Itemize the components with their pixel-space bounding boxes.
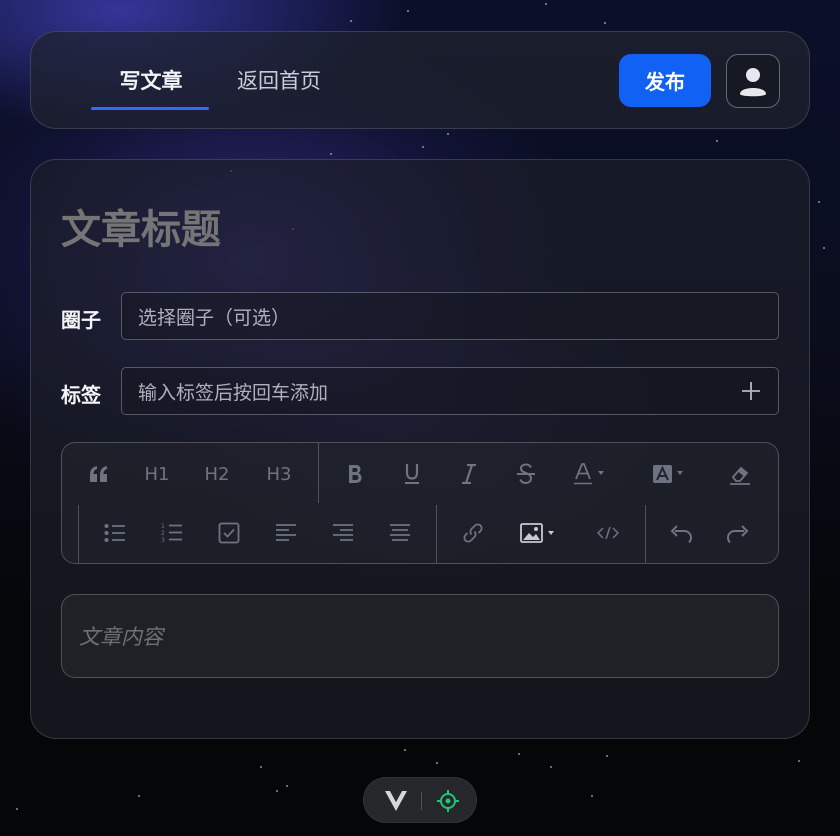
toolbar-divider [436,505,437,563]
bold-icon [349,465,362,483]
link-icon [463,523,483,543]
tags-input[interactable]: 输入标签后按回车添加 [121,367,779,415]
tab-back-home[interactable]: 返回首页 [231,65,327,97]
user-avatar-button[interactable] [726,54,780,108]
publish-button[interactable]: 发布 [619,54,711,107]
editor-card: 圈子 选择圈子（可选） 标签 输入标签后按回车添加 H1 H2 H3 [30,159,810,739]
undo-icon [670,525,693,543]
eraser-icon [730,466,750,485]
tags-label: 标签 [61,383,101,407]
underline-icon [405,464,419,484]
undo-button[interactable] [661,515,701,551]
content-placeholder: 文章内容 [79,625,163,649]
article-content-editor[interactable]: 文章内容 [61,594,779,678]
circle-select[interactable]: 选择圈子（可选） [121,292,779,340]
underline-button[interactable] [392,456,432,492]
italic-button[interactable] [449,456,489,492]
bullet-list-button[interactable] [95,515,135,551]
insert-image-dropdown[interactable] [514,515,564,551]
target-crosshair-icon[interactable] [436,789,460,813]
bullet-list-icon [104,524,125,542]
add-tag-plus-icon[interactable] [740,380,762,402]
active-tab-indicator [91,107,209,110]
ordered-list-icon: 1 2 3 [161,523,182,544]
top-nav-bar: 写文章 返回首页 发布 [30,31,810,129]
align-justify-icon [390,524,410,541]
highlight-color-icon [653,465,683,483]
redo-icon [726,525,749,543]
align-left-icon [276,524,296,541]
background-color-dropdown[interactable] [647,456,693,492]
align-right-icon [333,524,353,541]
tab-write-article[interactable]: 写文章 [115,65,187,97]
circle-label: 圈子 [61,308,101,332]
strikethrough-button[interactable] [506,456,546,492]
svg-text:2: 2 [161,530,165,537]
heading-2-label: H2 [204,463,230,485]
article-title-input[interactable] [61,202,761,258]
heading-1-label: H1 [144,463,170,485]
italic-icon [462,464,476,484]
tags-input-placeholder: 输入标签后按回车添加 [138,381,329,404]
tab-back-home-label: 返回首页 [237,69,321,93]
redo-button[interactable] [718,515,758,551]
toolbar-divider [318,443,319,503]
code-icon [597,526,619,540]
heading-3-button[interactable]: H3 [259,456,299,492]
align-left-button[interactable] [266,515,306,551]
toolbar-divider [78,505,79,563]
task-list-button[interactable] [209,515,249,551]
ordered-list-button[interactable]: 1 2 3 [152,515,192,551]
devtools-divider [421,792,422,810]
code-block-button[interactable] [588,515,628,551]
user-icon [740,68,766,97]
blockquote-button[interactable] [79,456,119,492]
heading-1-button[interactable]: H1 [137,456,177,492]
font-color-dropdown[interactable] [567,456,613,492]
heading-2-button[interactable]: H2 [197,456,237,492]
insert-link-button[interactable] [453,515,493,551]
vue-logo-icon[interactable] [385,791,407,811]
heading-3-label: H3 [266,463,292,485]
image-icon [520,523,554,543]
quote-icon [90,466,107,482]
rich-text-toolbar: H1 H2 H3 1 2 3 [61,442,779,564]
bold-button[interactable] [335,456,375,492]
circle-select-placeholder: 选择圈子（可选） [138,306,291,329]
devtools-pill [363,777,477,823]
checkbox-icon [218,522,240,544]
clear-format-button[interactable] [720,456,760,492]
strikethrough-icon [517,463,535,485]
align-right-button[interactable] [323,515,363,551]
tab-write-article-label: 写文章 [119,69,183,93]
font-color-icon [574,463,604,485]
toolbar-divider [645,505,646,563]
svg-text:3: 3 [161,537,165,544]
align-justify-button[interactable] [380,515,420,551]
svg-text:1: 1 [161,523,165,530]
